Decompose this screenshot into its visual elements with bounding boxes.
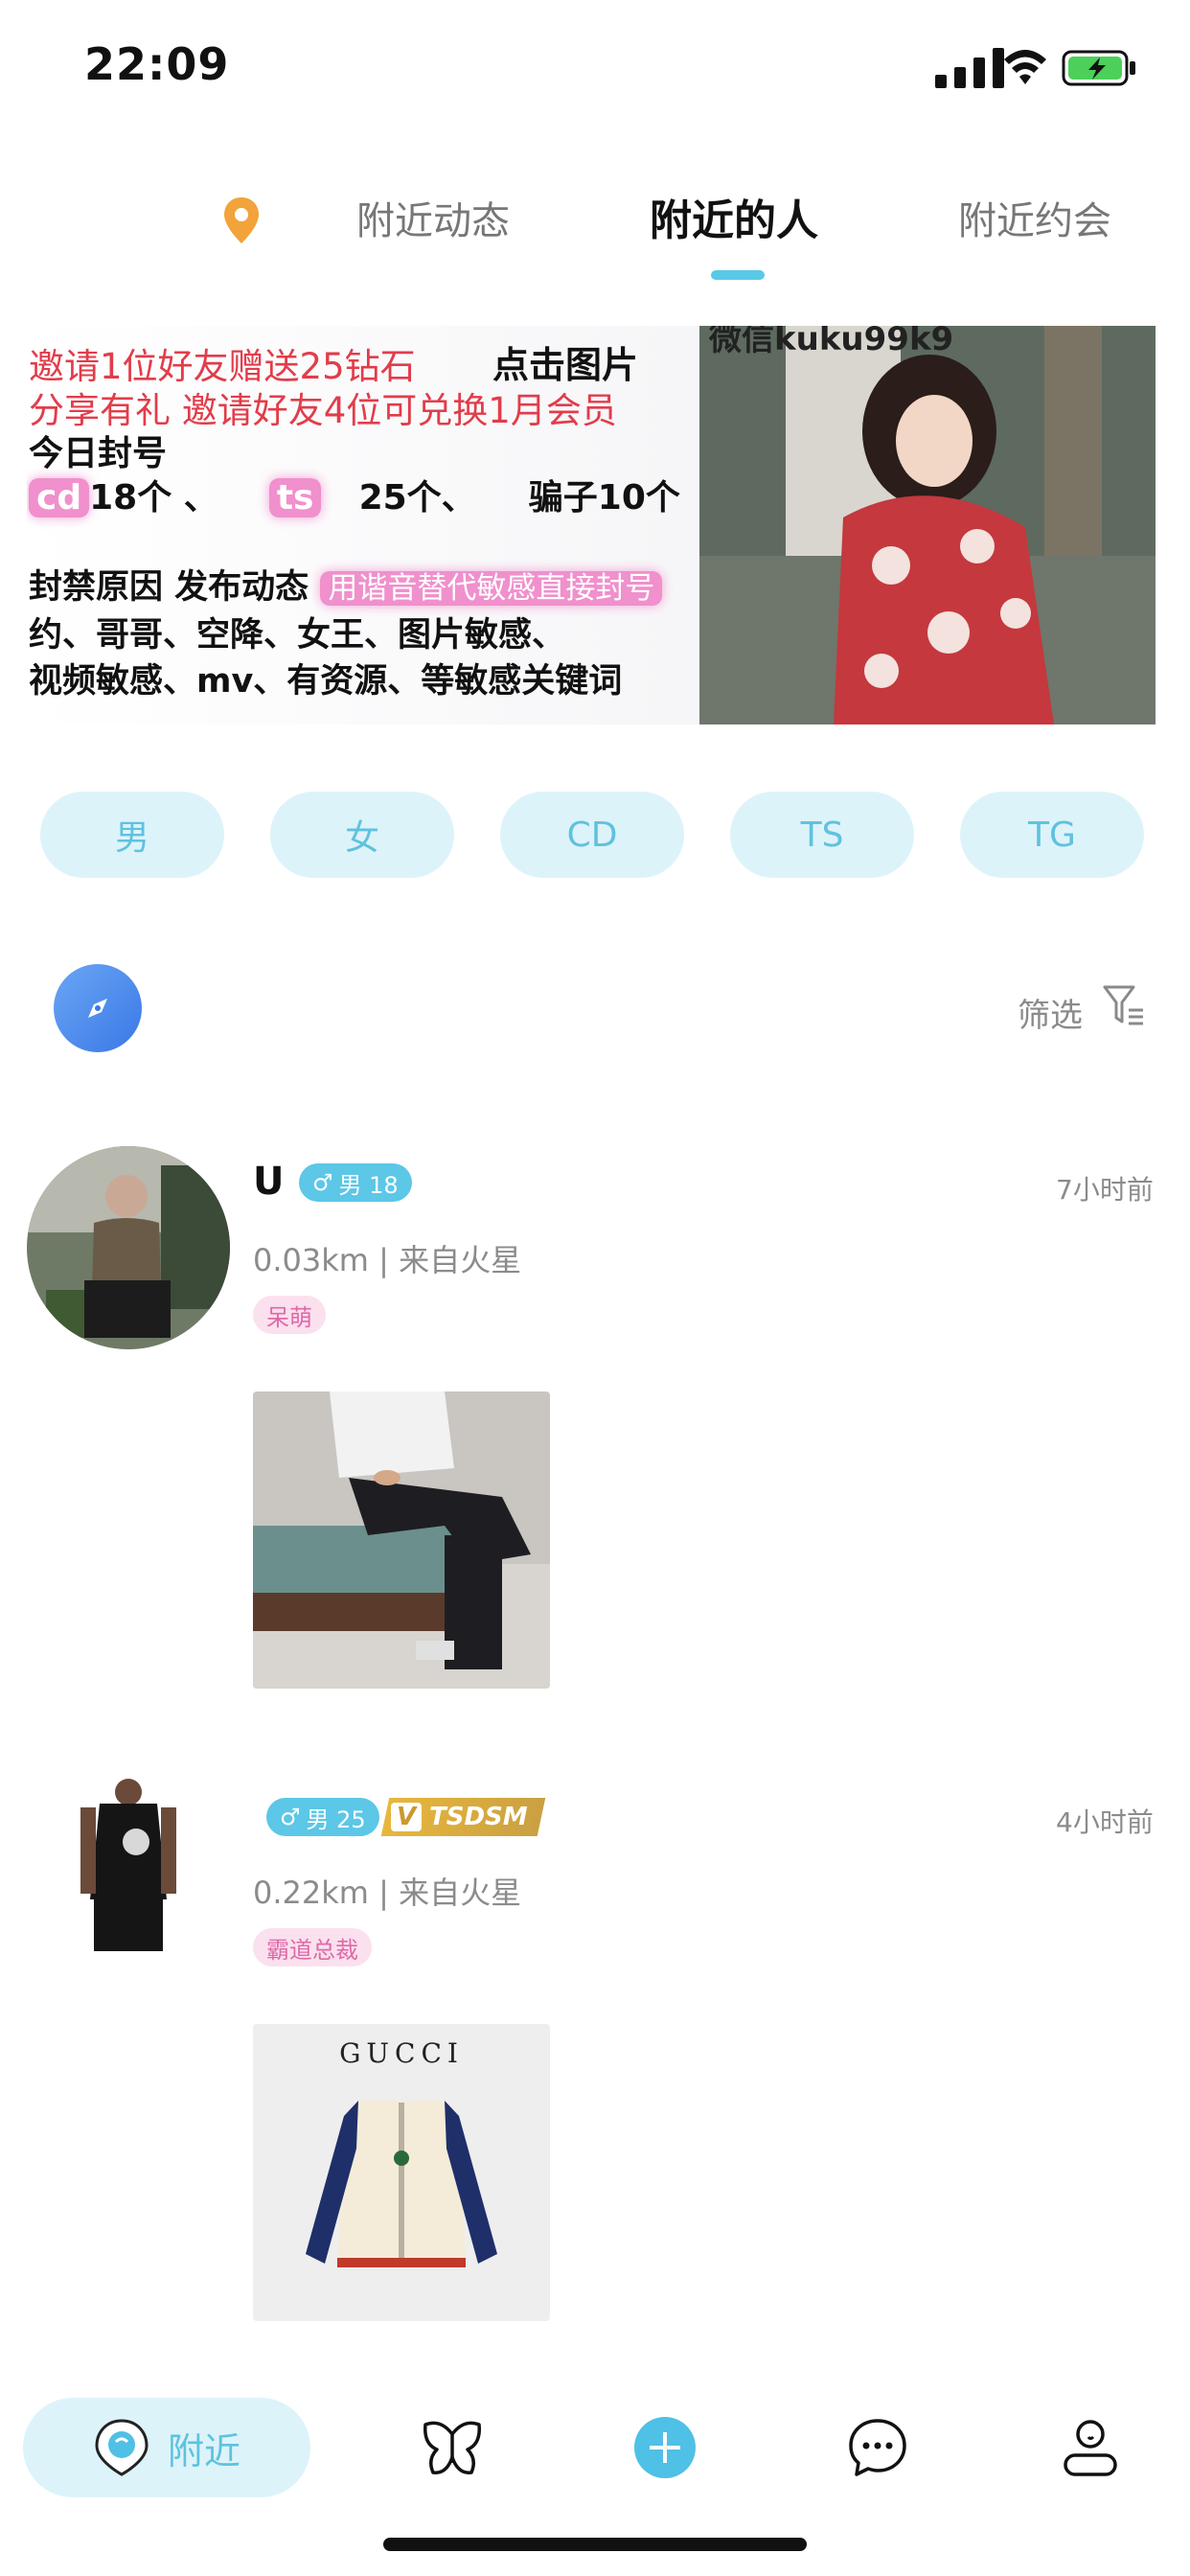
nav-nearby[interactable]: 附近 xyxy=(23,2398,310,2497)
category-chip-cd[interactable]: CD xyxy=(500,792,684,878)
post-2-vip-badge: V TSDSM xyxy=(380,1798,546,1836)
butterfly-icon[interactable] xyxy=(420,2415,485,2480)
post-1-avatar[interactable] xyxy=(27,1146,230,1349)
jacket-illustration xyxy=(306,2101,497,2267)
banner-bans-title: 今日封号 xyxy=(29,434,168,473)
add-post-icon[interactable] xyxy=(632,2415,698,2480)
post-1-image[interactable] xyxy=(253,1392,550,1689)
male-icon: ♂ xyxy=(280,1804,301,1830)
banner-ban-reason: 封禁原因 发布动态 用谐音替代敏感直接封号 xyxy=(29,560,663,609)
post-1-gender-age: 男 18 xyxy=(338,1171,399,1199)
banner-ts-count: 25个、 xyxy=(358,478,476,518)
banner-bans-counts: cd 18个 、 ts 25个、 骗子10个 xyxy=(29,470,680,519)
banner-keywords-line1: 约、哥哥、空降、女王、图片敏感、 xyxy=(29,616,566,655)
banner-ban-reason-label: 封禁原因 发布动态 xyxy=(29,568,309,607)
post-2-tag: 霸道总裁 xyxy=(253,1928,372,1966)
tab-nearby-dates[interactable]: 附近约会 xyxy=(958,190,1111,245)
banner-woman-illustration xyxy=(699,326,1156,724)
active-tab-indicator xyxy=(711,270,765,280)
post-2-avatar[interactable] xyxy=(27,1775,230,1978)
post-1-time: 7小时前 xyxy=(1056,1174,1154,1206)
status-time: 22:09 xyxy=(84,38,230,90)
avatar-photo xyxy=(27,1146,230,1349)
battery-charging-icon xyxy=(1062,50,1135,86)
nearby-pin-icon xyxy=(95,2419,149,2476)
compass-icon xyxy=(88,999,107,1018)
banner-photo-caption: 微信kuku99k9 xyxy=(709,326,954,358)
filter-icon[interactable] xyxy=(1102,983,1146,1029)
profile-icon[interactable] xyxy=(1058,2415,1123,2480)
banner-scam-count: 骗子10个 xyxy=(528,478,680,518)
tab-nearby-people[interactable]: 附近的人 xyxy=(650,186,818,247)
compass-button[interactable] xyxy=(54,964,142,1052)
post-2-time: 4小时前 xyxy=(1056,1806,1154,1838)
post-2-vip-label: TSDSM xyxy=(429,1803,528,1831)
category-chip-ts[interactable]: TS xyxy=(730,792,914,878)
banner-keywords-line2: 视频敏感、mv、有资源、等敏感关键词 xyxy=(29,662,623,701)
banner-cd-count: 18个 、 xyxy=(89,478,218,518)
male-icon: ♂ xyxy=(312,1169,333,1196)
banner-click-image: 点击图片 xyxy=(492,344,639,386)
home-indicator xyxy=(383,2538,807,2551)
banner-photo: 微信kuku99k9 xyxy=(699,326,1156,724)
post-2-distance: 0.22km | 来自火星 xyxy=(253,1874,522,1911)
tab-nearby-posts[interactable]: 附近动态 xyxy=(356,190,510,245)
location-pin-icon[interactable] xyxy=(222,196,261,245)
post-2-gender-badge: ♂ 男 25 xyxy=(266,1798,379,1836)
cellular-signal-icon xyxy=(935,48,1004,88)
nav-nearby-label: 附近 xyxy=(167,2429,240,2472)
banner-cd-pill: cd xyxy=(29,478,90,518)
category-chip-male[interactable]: 男 xyxy=(40,792,224,878)
wifi-icon xyxy=(1004,50,1046,84)
post-1-distance: 0.03km | 来自火星 xyxy=(253,1242,522,1278)
promo-banner[interactable]: 邀请1位好友赠送25钻石 点击图片 分享有礼 邀请好友4位可兑换1月会员 今日封… xyxy=(27,326,1156,724)
post-2-image[interactable]: GUCCI xyxy=(253,2024,550,2321)
post-1-tag: 呆萌 xyxy=(253,1296,326,1334)
post-1-username[interactable]: U xyxy=(253,1160,284,1204)
messages-icon[interactable] xyxy=(845,2415,910,2480)
banner-ts-pill: ts xyxy=(268,478,322,518)
category-chip-tg[interactable]: TG xyxy=(960,792,1144,878)
filter-label[interactable]: 筛选 xyxy=(1018,989,1083,1036)
banner-text-area: 邀请1位好友赠送25钻石 点击图片 分享有礼 邀请好友4位可兑换1月会员 今日封… xyxy=(27,326,698,724)
post-2-gender-age: 男 25 xyxy=(306,1806,366,1833)
category-chip-female[interactable]: 女 xyxy=(270,792,454,878)
vip-icon: V xyxy=(391,1803,423,1831)
banner-homophone-pill: 用谐音替代敏感直接封号 xyxy=(320,571,663,606)
avatar-photo xyxy=(27,1775,230,1978)
post-1-photo xyxy=(253,1392,550,1689)
post-1-gender-badge: ♂ 男 18 xyxy=(299,1163,412,1202)
